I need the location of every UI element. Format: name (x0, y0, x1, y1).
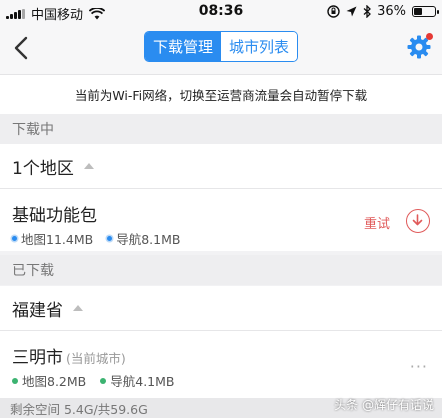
downloading-group-label: 1个地区 (12, 158, 74, 179)
nav-size-label: 导航4.1MB (110, 374, 175, 389)
location-icon (346, 6, 357, 17)
orientation-lock-icon (327, 5, 340, 18)
downloaded-group-label: 福建省 (12, 300, 63, 321)
nav-dot-icon (107, 236, 113, 241)
city-name: 三明市 (12, 348, 63, 368)
downloaded-group-row[interactable]: 福建省 (0, 286, 442, 330)
downloading-item-meta: 地图11.4MB 导航8.1MB (12, 229, 180, 248)
current-city-tag: (当前城市) (66, 351, 126, 366)
download-arrow-icon (412, 214, 423, 226)
map-size-label: 地图8.2MB (22, 374, 87, 389)
nav-size: 导航8.1MB (107, 229, 180, 248)
downloaded-item-title: 三明市 (当前城市) (12, 343, 126, 368)
map-size-label: 地图11.4MB (21, 232, 94, 247)
watermark: 头条 @辉仔有话说 (334, 398, 434, 412)
caret-up-icon (73, 305, 83, 311)
map-size: 地图11.4MB (12, 229, 93, 248)
nav-dot-icon (100, 377, 107, 384)
caret-up-icon (83, 163, 94, 169)
downloading-item-row[interactable]: 基础功能包 地图11.4MB 导航8.1MB 重试 (0, 189, 442, 251)
retry-button[interactable]: 重试 (364, 213, 390, 232)
network-notice: 当前为Wi-Fi网络，切换至运营商流量会自动暂停下载 (0, 74, 442, 114)
nav-size-label: 导航8.1MB (116, 232, 181, 247)
more-options-button[interactable]: ··· (410, 357, 428, 376)
battery-percent: 36% (377, 4, 406, 19)
section-downloaded-header: 已下载 (0, 255, 442, 285)
tab-switcher: 下载管理 城市列表 (144, 31, 298, 62)
back-button[interactable] (10, 34, 36, 62)
downloading-item-title: 基础功能包 (12, 206, 97, 226)
back-chevron-icon (14, 36, 28, 60)
bluetooth-icon (363, 5, 372, 18)
section-downloading-header: 下载中 (0, 114, 442, 144)
battery-fill (414, 8, 422, 15)
downloading-group-row[interactable]: 1个地区 (0, 144, 442, 188)
download-button[interactable] (406, 209, 430, 233)
tab-city-list[interactable]: 城市列表 (221, 32, 297, 61)
status-right: 36% (327, 4, 439, 19)
nav-size: 导航4.1MB (100, 371, 175, 390)
map-dot-icon (12, 377, 18, 384)
nav-bar: 下载管理 城市列表 (0, 22, 442, 74)
battery-icon (412, 6, 439, 17)
notification-dot (426, 33, 433, 40)
settings-button[interactable] (406, 33, 433, 60)
downloaded-item-row[interactable]: 三明市 (当前城市) 地图8.2MB 导航4.1MB ··· (0, 331, 442, 398)
map-size: 地图8.2MB (12, 371, 86, 390)
tab-download-manager[interactable]: 下载管理 (145, 32, 221, 61)
map-dot-icon (12, 236, 17, 241)
status-bar: 中国移动 08:36 36% (0, 0, 442, 23)
downloaded-item-meta: 地图8.2MB 导航4.1MB (12, 371, 175, 390)
